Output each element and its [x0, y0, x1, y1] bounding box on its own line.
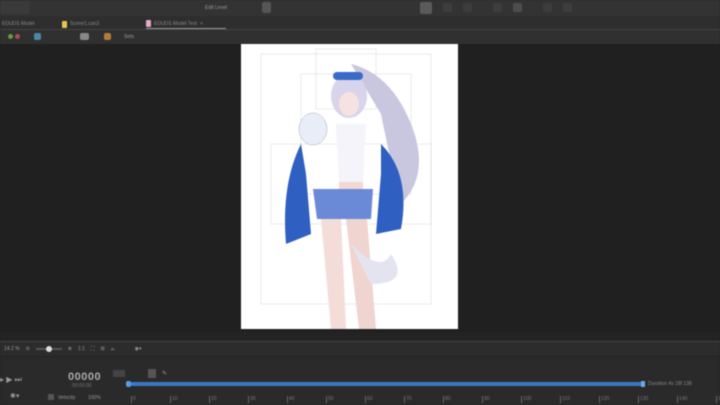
- fit-icon[interactable]: ⛶: [91, 346, 95, 352]
- ruler-tick: 140: [677, 396, 688, 403]
- duration-label: Duration 4s 18f 138: [648, 381, 692, 387]
- ruler-tick: 130: [638, 396, 649, 403]
- layer-icon[interactable]: [34, 33, 41, 40]
- close-icon[interactable]: ×: [200, 21, 203, 27]
- grid-icon[interactable]: ⊞: [100, 346, 104, 352]
- velocity-value[interactable]: 100%: [88, 395, 101, 401]
- document-tabs: EDUDS Model Scene1.can3 EDUDS Model Test…: [0, 16, 720, 30]
- range-end-handle[interactable]: [641, 381, 645, 387]
- link-tool-icon[interactable]: [563, 3, 572, 12]
- zoom-out-icon[interactable]: ⊖: [26, 346, 30, 352]
- ruler-tick: 60: [365, 396, 373, 403]
- model-file-icon: [146, 20, 151, 27]
- palette-icon[interactable]: [104, 33, 111, 40]
- ruler-tick: 40: [287, 396, 295, 403]
- loop-icon[interactable]: ✱▾: [10, 392, 19, 400]
- pin-tool-icon[interactable]: [543, 3, 552, 12]
- play-icon[interactable]: ▸ ▶ ⏭: [0, 375, 22, 385]
- velocity-icon: [48, 394, 54, 400]
- display-toggle-icon[interactable]: ◉▾: [135, 346, 142, 352]
- ruler-tick: 30: [248, 396, 256, 403]
- ruler-tick: 70: [404, 396, 412, 403]
- ruler-tick: 150: [716, 396, 720, 403]
- keyframe-tool-icon[interactable]: [148, 369, 156, 378]
- ruler-tick: 80: [443, 396, 451, 403]
- playhead-handle[interactable]: [126, 381, 131, 387]
- velocity-label: Velocity: [58, 395, 76, 401]
- ruler-tick: 120: [599, 396, 610, 403]
- edit-level-button[interactable]: [262, 2, 271, 13]
- pen-tool-icon[interactable]: [493, 3, 502, 12]
- green-dot-icon[interactable]: [8, 34, 13, 39]
- tab-model-test[interactable]: EDUDS Model Test ×: [146, 19, 226, 29]
- current-time: 00:00:00: [72, 383, 92, 389]
- red-dot-icon[interactable]: [15, 34, 20, 39]
- menu-dropdown[interactable]: [0, 1, 30, 14]
- sub-toolbar: Sets: [0, 30, 720, 44]
- zoom-slider[interactable]: [35, 346, 62, 352]
- guide-icon[interactable]: ⌓: [111, 346, 115, 352]
- check-tool-icon[interactable]: [463, 3, 472, 12]
- eraser-icon[interactable]: ✎: [162, 370, 167, 377]
- ruler-tick: 20: [209, 396, 217, 403]
- character-artwork: [260, 48, 432, 329]
- curve-editor-icon[interactable]: [113, 370, 125, 377]
- model-canvas[interactable]: [241, 44, 458, 329]
- tab-scene[interactable]: Scene1.can3: [62, 19, 99, 29]
- sets-label: Sets: [124, 34, 135, 40]
- timeline-panel: ▸ ▶ ⏭ ✱▾ Velocity 100% ✎: [0, 357, 720, 405]
- lasso-tool-icon[interactable]: [443, 3, 452, 12]
- arrow-tool-icon[interactable]: [420, 2, 432, 14]
- tab-model[interactable]: EDUDS Model: [2, 19, 35, 29]
- scene-file-icon: [62, 20, 67, 28]
- zoom-value[interactable]: 14.2 %: [4, 346, 20, 352]
- ruler-tick: 100: [521, 396, 532, 403]
- brush-tool-icon[interactable]: [513, 3, 522, 12]
- ruler-tick: 0: [131, 396, 136, 403]
- ruler-tick: 90: [482, 396, 490, 403]
- zoom-bar: 14.2 % ⊖ ⊕ 1:1 ⛶ ⊞ ⌓ ◉▾: [0, 341, 720, 356]
- zoom-in-icon[interactable]: ⊕: [68, 346, 72, 352]
- edit-level-label: Edit Level: [205, 5, 227, 11]
- ruler-tick: 50: [326, 396, 334, 403]
- zoom-slider-handle[interactable]: [45, 346, 52, 352]
- display-icon[interactable]: [80, 33, 89, 40]
- ruler-tick: 110: [560, 396, 570, 403]
- top-toolbar: Edit Level: [0, 0, 720, 16]
- actual-size-button[interactable]: 1:1: [78, 346, 85, 352]
- ruler-tick: 10: [170, 396, 178, 403]
- timeline-range-bar[interactable]: [127, 382, 644, 386]
- current-frame[interactable]: 00000: [68, 371, 101, 383]
